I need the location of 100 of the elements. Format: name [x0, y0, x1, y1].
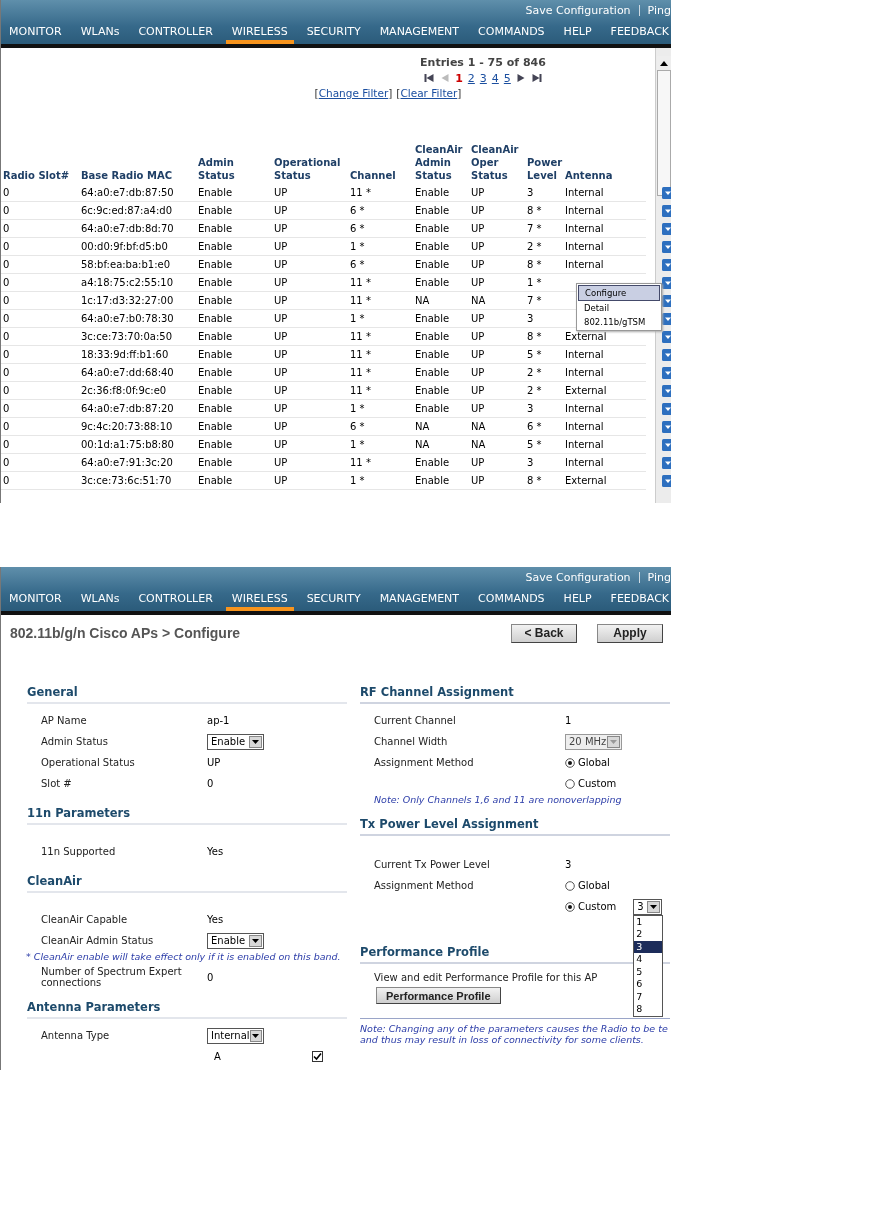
- table-cell: 64:a0:e7:b0:78:30: [81, 313, 174, 324]
- dropdown-arrow-icon[interactable]: [650, 904, 658, 909]
- dropdown-icon[interactable]: [662, 276, 671, 289]
- table-cell: Enable: [415, 457, 450, 468]
- nav-tab[interactable]: WIRELESS: [225, 588, 294, 611]
- dropdown-arrow-icon[interactable]: [252, 1033, 260, 1038]
- table-cell: 11 *: [350, 349, 371, 360]
- radio-button[interactable]: [565, 757, 575, 768]
- next-page-icon[interactable]: [515, 73, 527, 83]
- page-link[interactable]: 4: [491, 71, 499, 85]
- dropdown-icon[interactable]: [662, 420, 671, 433]
- nav-tab[interactable]: HELP: [557, 21, 598, 44]
- table-cell: Enable: [198, 403, 233, 414]
- nav-tab[interactable]: WIRELESS: [225, 21, 294, 44]
- table-cell: 6 *: [350, 259, 365, 270]
- dropdown-icon[interactable]: [662, 222, 671, 235]
- nav-tab[interactable]: MONITOR: [3, 21, 68, 44]
- table-cell: 0: [3, 385, 10, 396]
- scroll-thumb[interactable]: [656, 70, 671, 196]
- dropdown-arrow-icon[interactable]: [252, 938, 259, 943]
- dropdown-icon[interactable]: [662, 204, 671, 217]
- nav-tab[interactable]: FEEDBACK: [604, 588, 671, 611]
- dropdown-icon[interactable]: [662, 474, 671, 487]
- dropdown-icon[interactable]: [662, 330, 671, 343]
- dropdown-icon[interactable]: [662, 312, 671, 325]
- page-link[interactable]: 2: [467, 71, 475, 85]
- performance-profile-button[interactable]: Performance Profile: [376, 987, 501, 1004]
- dropdown-option[interactable]: 8: [634, 1003, 663, 1016]
- nav-tab[interactable]: MONITOR: [3, 588, 68, 611]
- select-field[interactable]: Internal: [207, 1027, 264, 1044]
- dropdown-icon[interactable]: [662, 294, 671, 307]
- table-cell: Enable: [415, 313, 450, 324]
- table-cell: NA: [415, 421, 430, 432]
- table-cell: UP: [471, 223, 485, 234]
- nav-tab[interactable]: FEEDBACK: [604, 21, 671, 44]
- dropdown-icon[interactable]: [662, 186, 671, 199]
- nav-tab[interactable]: MANAGEMENT: [373, 21, 466, 44]
- header-link[interactable]: Ping: [647, 4, 671, 17]
- dropdown-option[interactable]: 7: [634, 990, 663, 1003]
- table-cell: Enable: [415, 367, 450, 378]
- bracket: ]: [457, 87, 462, 99]
- page-link[interactable]: 5: [503, 71, 511, 85]
- nav-tab[interactable]: COMMANDS: [472, 21, 551, 44]
- nav-tab[interactable]: SECURITY: [300, 588, 367, 611]
- dropdown-icon[interactable]: [662, 240, 671, 253]
- select-field[interactable]: Enable: [207, 932, 264, 949]
- menu-item[interactable]: Configure: [578, 284, 660, 301]
- dropdown-option[interactable]: 3: [634, 940, 663, 953]
- first-page-icon[interactable]: [423, 73, 435, 83]
- menu-item[interactable]: Detail: [578, 300, 660, 315]
- action-button[interactable]: Apply: [597, 623, 663, 643]
- dropdown-icon[interactable]: [662, 366, 671, 379]
- dropdown-option[interactable]: 5: [634, 965, 663, 978]
- dropdown-option[interactable]: 1: [634, 915, 663, 928]
- action-button[interactable]: < Back: [511, 623, 577, 643]
- page-link[interactable]: 1: [455, 71, 463, 85]
- select-field[interactable]: 3: [633, 898, 663, 915]
- dropdown-arrow-icon[interactable]: [252, 739, 259, 744]
- radio-button[interactable]: [565, 778, 575, 789]
- nav-tab[interactable]: WLANs: [74, 588, 126, 611]
- header-link[interactable]: Save Configuration: [525, 4, 631, 17]
- nav-tab[interactable]: COMMANDS: [472, 588, 551, 611]
- dropdown-icon[interactable]: [662, 402, 671, 415]
- nav-tab[interactable]: HELP: [557, 588, 598, 611]
- select-field[interactable]: Enable: [207, 733, 264, 750]
- nav-tab[interactable]: WLANs: [74, 21, 126, 44]
- table-cell: Internal: [565, 349, 604, 360]
- checkbox[interactable]: [312, 1051, 323, 1062]
- header-link[interactable]: Save Configuration: [525, 571, 631, 584]
- note-text: Note: Changing any of the parameters causes the Radio to be te: [360, 1023, 668, 1034]
- dropdown-icon[interactable]: [662, 384, 671, 397]
- page-link[interactable]: 3: [479, 71, 487, 85]
- table-cell: 11 *: [350, 457, 371, 468]
- header-link[interactable]: Ping: [647, 571, 671, 584]
- nav-tab[interactable]: CONTROLLER: [132, 588, 219, 611]
- nav-tab[interactable]: MANAGEMENT: [373, 588, 466, 611]
- table-cell: Enable: [415, 331, 450, 342]
- table-cell: 6 *: [350, 421, 365, 432]
- filter-link[interactable]: Change Filter: [318, 87, 389, 99]
- dropdown-option[interactable]: 4: [634, 953, 663, 966]
- dropdown-icon[interactable]: [662, 456, 671, 469]
- table-cell: 6 *: [350, 223, 365, 234]
- field-label: Operational Status: [41, 757, 135, 768]
- menu-item[interactable]: 802.11b/gTSM: [578, 314, 660, 329]
- dropdown-option[interactable]: 2: [634, 928, 663, 941]
- nav-tab[interactable]: SECURITY: [300, 21, 367, 44]
- dropdown-option[interactable]: 6: [634, 978, 663, 991]
- bracket: [: [396, 87, 401, 99]
- table-cell: UP: [471, 475, 485, 486]
- dropdown-icon[interactable]: [662, 438, 671, 451]
- dropdown-icon[interactable]: [662, 258, 671, 271]
- last-page-icon[interactable]: [531, 73, 543, 83]
- filter-link[interactable]: Clear Filter: [400, 87, 458, 99]
- radio-button[interactable]: [565, 901, 575, 912]
- table-cell: 18:33:9d:ff:b1:60: [81, 349, 169, 360]
- scroll-up-icon[interactable]: [659, 60, 668, 66]
- dropdown-icon[interactable]: [662, 348, 671, 361]
- radio-button[interactable]: [565, 880, 575, 891]
- table-cell: Enable: [198, 349, 233, 360]
- nav-tab[interactable]: CONTROLLER: [132, 21, 219, 44]
